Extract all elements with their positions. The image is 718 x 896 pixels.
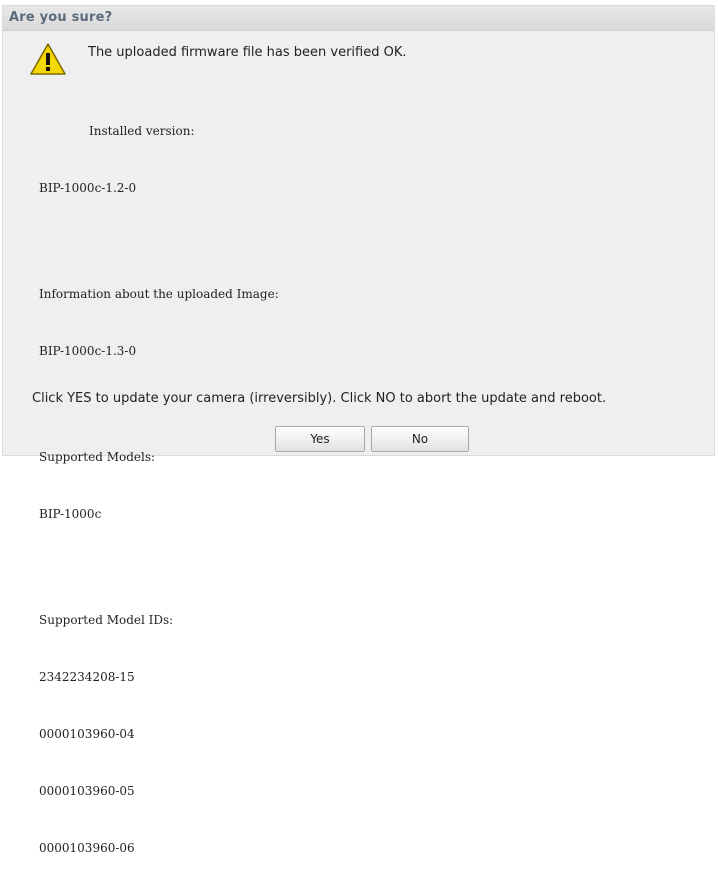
model-id-item: 0000103960-05 xyxy=(39,784,135,798)
yes-button[interactable]: Yes xyxy=(275,426,365,452)
no-button[interactable]: No xyxy=(371,426,469,452)
supported-model-ids-label: Supported Model IDs: xyxy=(39,613,174,627)
dialog-buttons: Yes No xyxy=(275,426,469,452)
supported-models-value: BIP-1000c xyxy=(39,507,102,521)
installed-version-label: Installed version: xyxy=(89,124,195,138)
dialog-title-bar[interactable]: Are you sure? xyxy=(3,6,714,31)
model-id-item: 2342234208-15 xyxy=(39,670,135,684)
uploaded-image-value: BIP-1000c-1.3-0 xyxy=(39,344,137,358)
confirm-dialog: Are you sure? The uploaded firmware file… xyxy=(2,5,715,855)
update-instruction: Click YES to update your camera (irrever… xyxy=(32,391,607,406)
supported-models-label: Supported Models: xyxy=(39,450,156,464)
installed-version-value: BIP-1000c-1.2-0 xyxy=(39,181,137,195)
model-id-item: 0000103960-06 xyxy=(39,841,135,855)
verified-message: The uploaded firmware file has been veri… xyxy=(88,45,407,60)
firmware-info: Installed version: BIP-1000c-1.2-0 Infor… xyxy=(39,84,279,896)
uploaded-image-label: Information about the uploaded Image: xyxy=(39,287,279,301)
model-id-item: 0000103960-04 xyxy=(39,727,135,741)
dialog-title: Are you sure? xyxy=(9,10,113,25)
warning-icon xyxy=(30,43,66,75)
